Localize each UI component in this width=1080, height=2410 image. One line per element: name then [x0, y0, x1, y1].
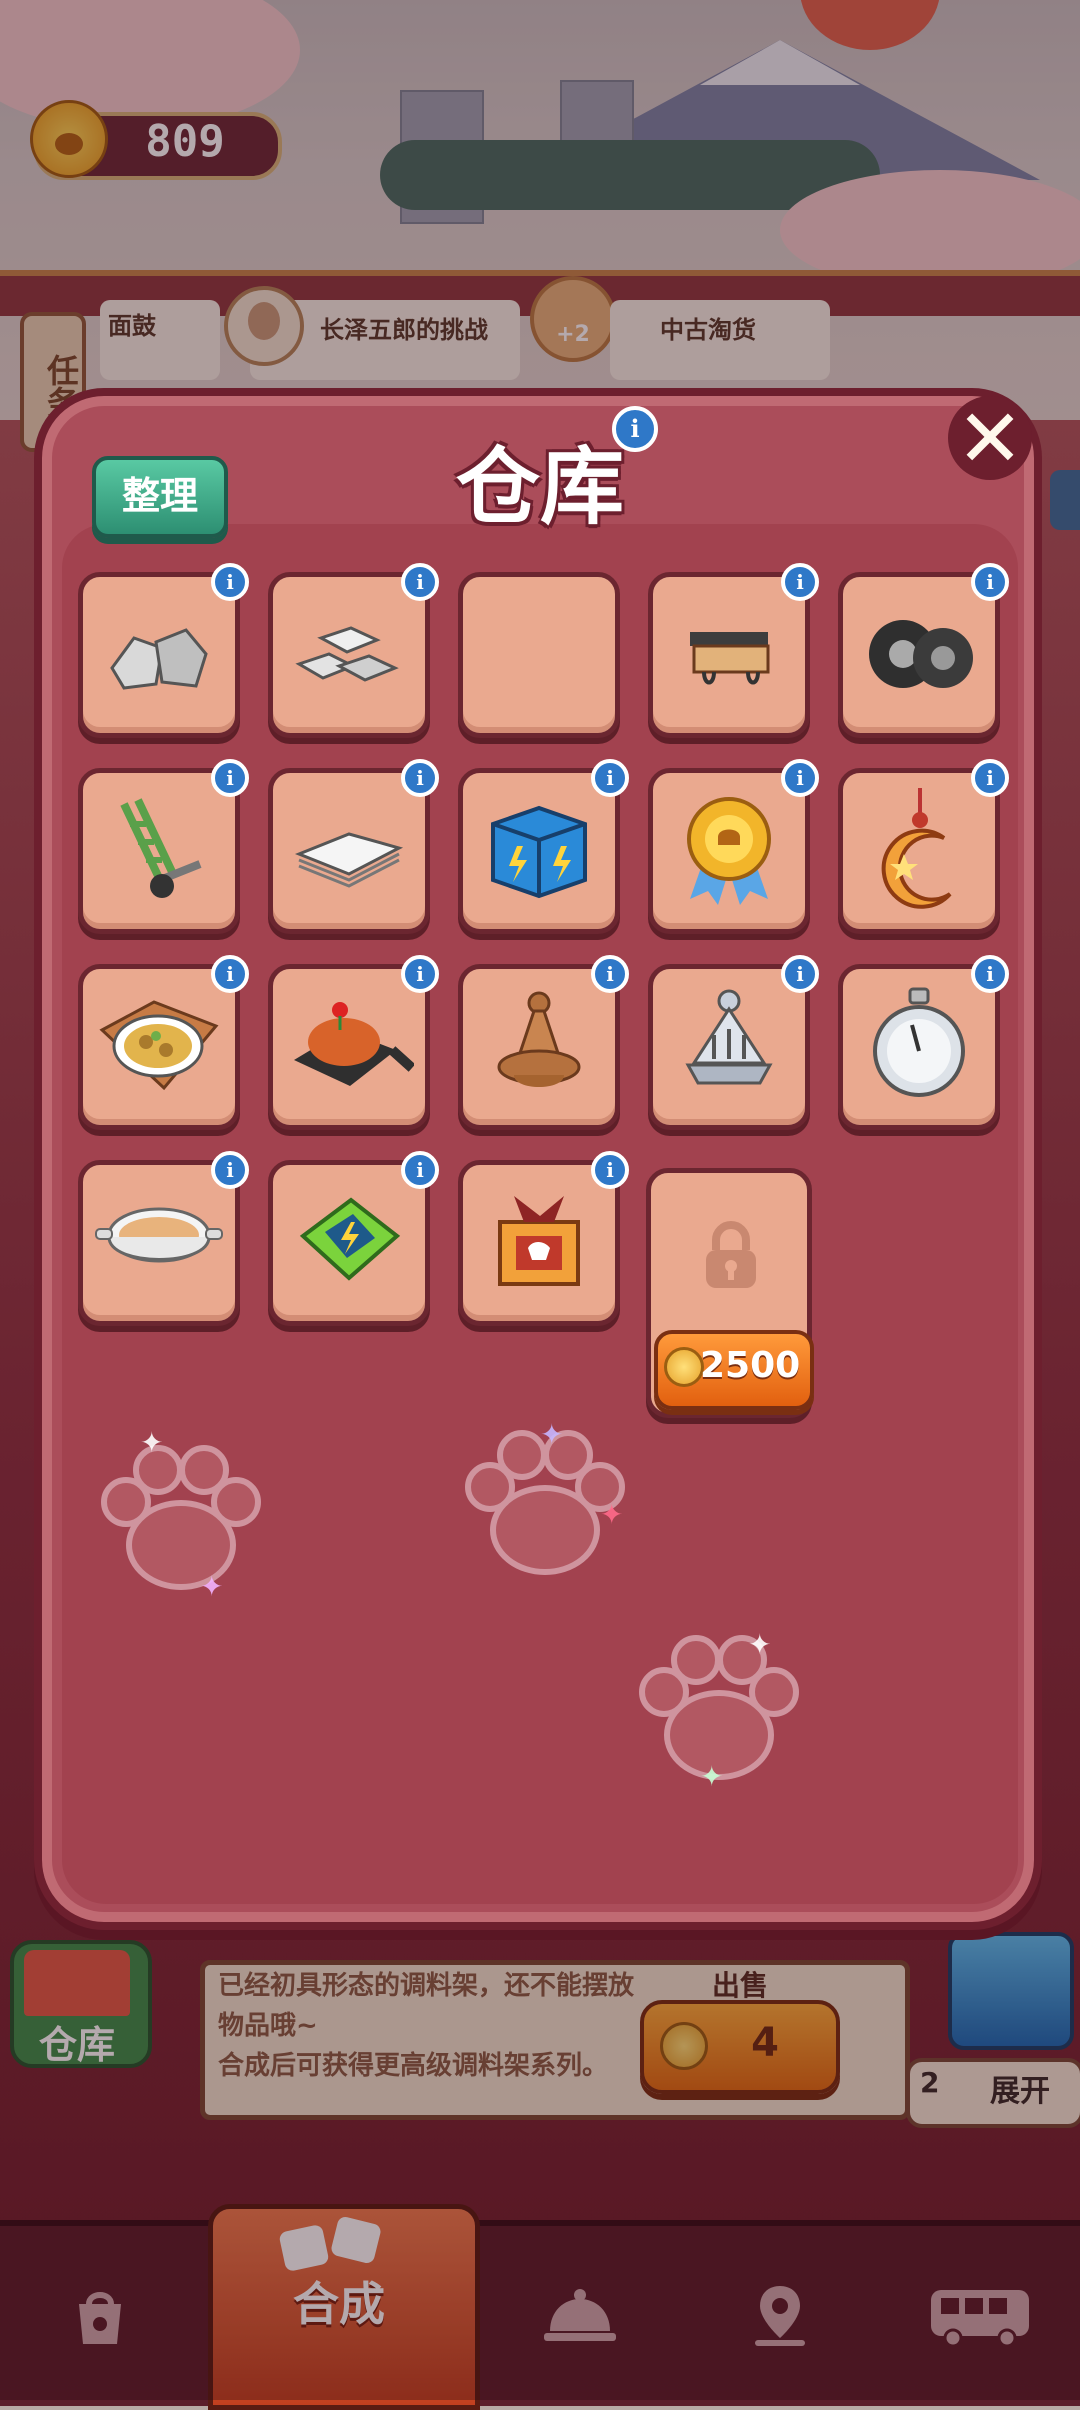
info-icon[interactable]: i	[401, 955, 439, 993]
warehouse-title: 仓库	[455, 438, 624, 536]
inventory-slot[interactable]: i	[268, 563, 439, 738]
unlock-cost: 2500	[700, 1345, 801, 1386]
green-battery-icon	[289, 1186, 409, 1300]
moon-ornament-icon	[864, 784, 974, 918]
inventory-slot[interactable]: i	[838, 759, 1009, 934]
info-icon[interactable]: i	[211, 1151, 249, 1189]
tires-icon	[859, 608, 979, 702]
sparkle-icon: ✦	[140, 1426, 164, 1459]
sparkle-icon: ✦	[540, 1418, 564, 1451]
lock-icon	[706, 1221, 756, 1288]
info-icon[interactable]: i	[781, 955, 819, 993]
info-icon[interactable]: i	[971, 759, 1009, 797]
stopwatch-icon	[864, 985, 974, 1109]
info-icon[interactable]: i	[591, 955, 629, 993]
sort-button[interactable]: 整理	[92, 456, 228, 538]
inventory-slot[interactable]: i	[838, 955, 1009, 1130]
wall-shelf-icon	[674, 608, 784, 702]
curry-dish-icon	[94, 990, 224, 1104]
info-icon[interactable]: i	[612, 406, 658, 452]
info-icon[interactable]: i	[781, 563, 819, 601]
empty-slot[interactable]	[458, 572, 620, 738]
inventory-slot[interactable]: i	[268, 955, 439, 1130]
info-icon[interactable]: i	[211, 955, 249, 993]
inventory-slot[interactable]: i	[648, 563, 819, 738]
hand-truck-icon	[104, 794, 214, 908]
soup-bowl-icon	[94, 1191, 224, 1295]
wooden-lid-icon	[484, 985, 594, 1109]
inventory-slot[interactable]: i	[458, 759, 629, 934]
inventory-slot[interactable]: i	[268, 1151, 439, 1326]
gift-box-icon	[484, 1186, 594, 1300]
info-icon[interactable]: i	[401, 563, 439, 601]
inventory-slot[interactable]: i	[78, 955, 249, 1130]
silver-ore-icon	[104, 608, 214, 702]
close-icon[interactable]: ✕	[948, 396, 1032, 482]
sparkle-icon: ✦	[600, 1498, 624, 1531]
info-icon[interactable]: i	[591, 1151, 629, 1189]
inventory-slot[interactable]: i	[648, 955, 819, 1130]
sparkle-icon: ✦	[700, 1760, 724, 1793]
info-icon[interactable]: i	[591, 759, 629, 797]
info-icon[interactable]: i	[401, 1151, 439, 1189]
paw-decoration	[101, 1445, 261, 1590]
silver-ingots-icon	[289, 608, 409, 702]
info-icon[interactable]: i	[211, 759, 249, 797]
info-icon[interactable]: i	[211, 563, 249, 601]
gold-medal-icon	[674, 789, 784, 913]
paper-stack-icon	[289, 804, 409, 898]
inventory-slot[interactable]: i	[648, 759, 819, 934]
inventory-slot[interactable]: i	[458, 955, 629, 1130]
sizzling-plate-icon	[284, 990, 416, 1104]
paw-coin-icon	[664, 1347, 704, 1387]
inventory-slot[interactable]: i	[458, 1151, 629, 1326]
silver-dome-icon	[674, 985, 784, 1109]
info-icon[interactable]: i	[971, 955, 1009, 993]
blue-toolbox-icon	[479, 794, 599, 908]
inventory-slot[interactable]: i	[838, 563, 1009, 738]
inventory-slot[interactable]: i	[78, 1151, 249, 1326]
info-icon[interactable]: i	[781, 759, 819, 797]
inventory-slot[interactable]: i	[78, 563, 249, 738]
sparkle-icon: ✦	[748, 1628, 772, 1661]
inventory-slot[interactable]: i	[78, 759, 249, 934]
info-icon[interactable]: i	[971, 563, 1009, 601]
sparkle-icon: ✦	[200, 1570, 224, 1603]
info-icon[interactable]: i	[401, 759, 439, 797]
inventory-slot[interactable]: i	[268, 759, 439, 934]
